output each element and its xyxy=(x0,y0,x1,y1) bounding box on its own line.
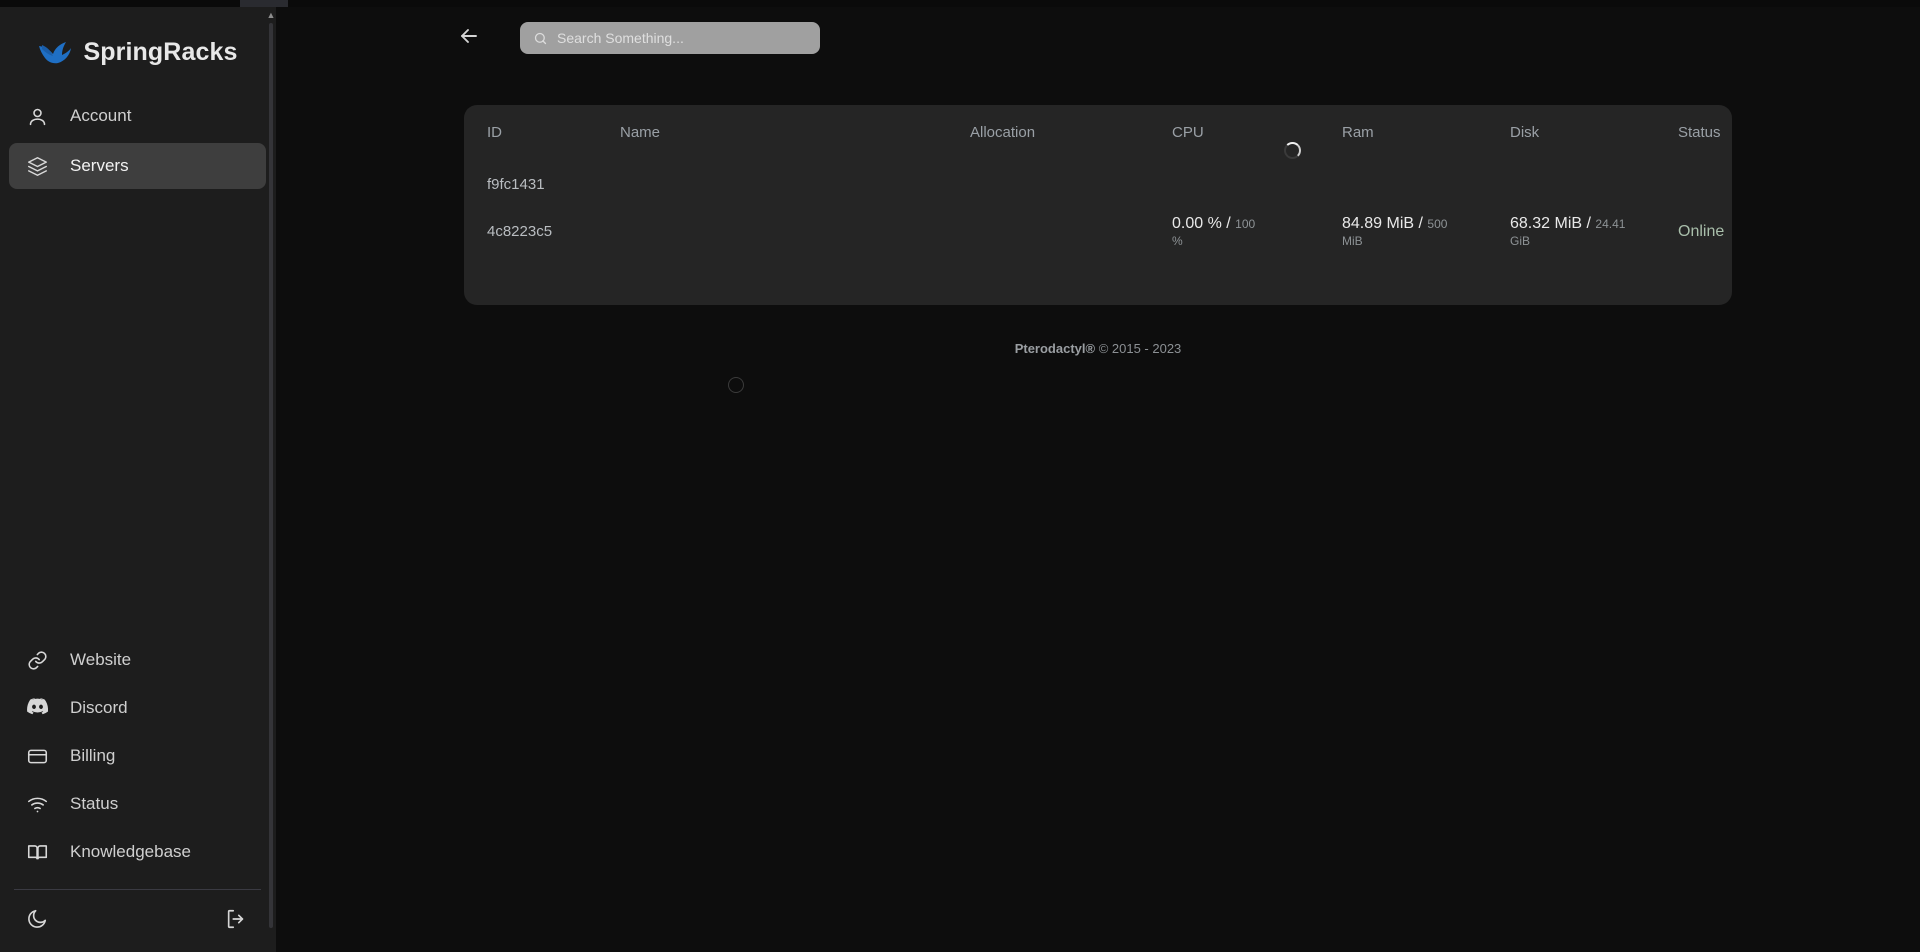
sidebar-item-website[interactable]: Website xyxy=(9,637,266,683)
servers-table: ID Name Allocation CPU Ram Disk Status f… xyxy=(464,105,1732,255)
ram-unit: MiB xyxy=(1342,234,1363,248)
open-book-icon xyxy=(27,842,48,863)
search-input[interactable] xyxy=(557,30,807,46)
sidebar-item-label: Billing xyxy=(70,746,116,765)
ram-limit: 500 xyxy=(1427,217,1448,231)
status-badge: Online xyxy=(1678,222,1725,240)
server-ram: 84.89 MiB / 500 MiB xyxy=(1342,215,1510,248)
browser-tab-indicator[interactable] xyxy=(240,0,288,7)
table-row[interactable]: f9fc1431 xyxy=(464,142,1732,208)
cpu-unit: % xyxy=(1172,234,1183,248)
link-icon xyxy=(27,650,48,671)
brand-name: SpringRacks xyxy=(83,37,238,66)
column-header-status: Status xyxy=(1678,124,1721,141)
layers-icon xyxy=(27,156,48,177)
sidebar-item-label: Account xyxy=(70,106,132,125)
sidebar-primary-nav: Account Servers xyxy=(0,85,275,193)
page-footer: Pterodactyl® © 2015 - 2023 xyxy=(276,341,1920,356)
disk-unit: GiB xyxy=(1510,234,1531,248)
logout-icon[interactable] xyxy=(225,908,247,930)
column-header-cpu: CPU xyxy=(1172,124,1204,141)
loading-spinner-icon xyxy=(1284,142,1301,159)
table-row[interactable]: 4c8223c5 0.00 % / 100 % 84.89 MiB / 500 … xyxy=(464,208,1732,255)
table-header-row: ID Name Allocation CPU Ram Disk Status xyxy=(464,105,1732,160)
sidebar-item-label: Servers xyxy=(70,156,129,175)
discord-icon xyxy=(27,697,49,719)
brand[interactable]: SpringRacks xyxy=(0,7,275,85)
disk-used: 68.32 MiB / xyxy=(1510,215,1591,232)
browser-chrome-strip xyxy=(0,0,1920,7)
sidebar-item-label: Knowledgebase xyxy=(70,842,191,861)
sidebar-secondary-nav: Website Discord Billing Status Knowledge… xyxy=(0,637,275,877)
main-content: ID Name Allocation CPU Ram Disk Status f… xyxy=(276,7,1920,952)
back-button[interactable] xyxy=(456,25,482,51)
sidebar-item-status[interactable]: Status xyxy=(9,781,266,827)
scroll-up-arrow-icon[interactable]: ▲ xyxy=(266,9,276,22)
sidebar-item-knowledgebase[interactable]: Knowledgebase xyxy=(9,829,266,875)
secondary-loading-ring-icon xyxy=(728,377,744,393)
sidebar-item-billing[interactable]: Billing xyxy=(9,733,266,779)
sidebar-item-label: Website xyxy=(70,650,132,669)
cpu-limit: 100 xyxy=(1235,217,1256,231)
sidebar-item-account[interactable]: Account xyxy=(9,93,266,139)
server-id: f9fc1431 xyxy=(487,175,545,193)
disk-limit: 24.41 xyxy=(1595,217,1626,231)
sidebar-scrollbar[interactable]: ▲ xyxy=(266,7,276,952)
column-header-id: ID xyxy=(487,124,502,141)
scrollbar-thumb[interactable] xyxy=(269,23,273,928)
server-cpu: 0.00 % / 100 % xyxy=(1172,215,1342,248)
sidebar-item-servers[interactable]: Servers xyxy=(9,143,266,189)
sidebar-item-label: Status xyxy=(70,794,119,813)
arrow-left-icon xyxy=(457,24,481,53)
column-header-disk: Disk xyxy=(1510,124,1540,141)
search-icon xyxy=(533,31,548,46)
column-header-ram: Ram xyxy=(1342,124,1374,141)
server-disk: 68.32 MiB / 24.41 GiB xyxy=(1510,215,1678,248)
sidebar-item-label: Discord xyxy=(70,698,128,717)
sidebar-item-discord[interactable]: Discord xyxy=(9,685,266,731)
pterodactyl-logo-icon xyxy=(38,39,72,65)
server-id: 4c8223c5 xyxy=(487,223,553,240)
search-bar[interactable] xyxy=(520,22,820,54)
cpu-used: 0.00 % / xyxy=(1172,215,1231,232)
servers-table-card: ID Name Allocation CPU Ram Disk Status f… xyxy=(464,105,1732,305)
app-root: SpringRacks Account Servers Website Disc… xyxy=(0,0,1920,952)
footer-copyright: © 2015 - 2023 xyxy=(1098,341,1182,356)
moon-icon[interactable] xyxy=(26,908,48,930)
column-header-name: Name xyxy=(620,124,661,141)
topbar xyxy=(276,7,1920,69)
user-icon xyxy=(27,106,48,127)
sidebar: SpringRacks Account Servers Website Disc… xyxy=(0,7,275,952)
credit-card-icon xyxy=(27,746,48,767)
footer-brand: Pterodactyl® xyxy=(1014,341,1096,356)
ram-used: 84.89 MiB / xyxy=(1342,215,1423,232)
wifi-icon xyxy=(27,794,48,815)
sidebar-footer xyxy=(0,890,275,952)
column-header-allocation: Allocation xyxy=(970,124,1036,141)
